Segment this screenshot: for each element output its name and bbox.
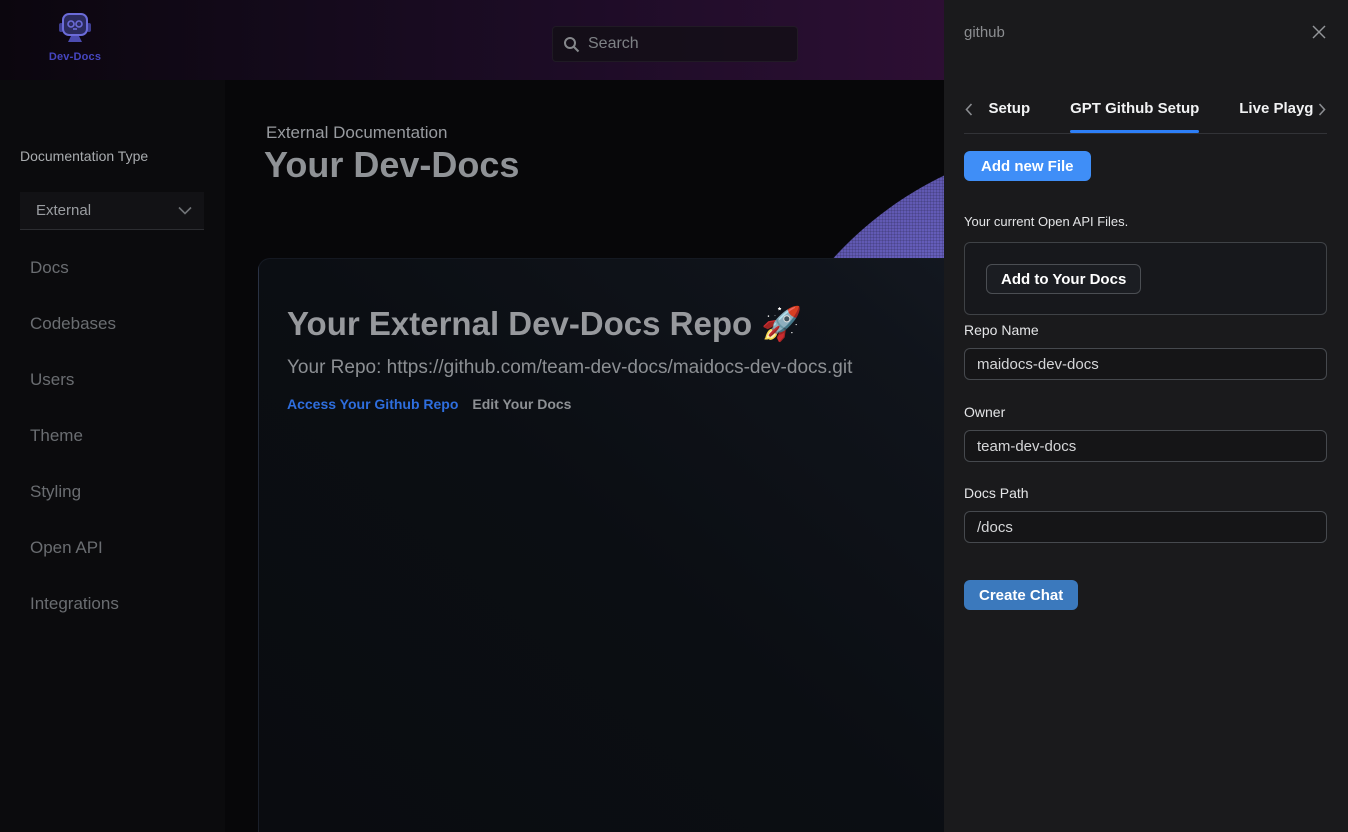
global-search[interactable] [552,26,798,62]
doc-type-section-label: Documentation Type [20,148,148,164]
active-tab-indicator [1070,130,1199,133]
breadcrumb: External Documentation [266,123,447,143]
chevron-right-icon[interactable] [1317,100,1327,116]
drawer-title: github [964,24,1005,41]
search-input[interactable] [588,35,795,53]
open-api-files-note: Your current Open API Files. [964,214,1327,229]
sidebar-item-styling[interactable]: Styling [0,464,225,520]
tab-live-playground[interactable]: Live Playgrou [1239,100,1312,131]
close-icon[interactable] [1309,22,1329,42]
tab-gpt-github-setup[interactable]: GPT Github Setup [1070,100,1199,131]
github-drawer-panel: github Setup GPT Github Setup Live Playg… [944,0,1348,832]
docs-path-label: Docs Path [964,485,1327,501]
search-icon [563,36,580,53]
sidebar-item-codebases[interactable]: Codebases [0,296,225,352]
sidebar-item-theme[interactable]: Theme [0,408,225,464]
chevron-left-icon[interactable] [964,100,974,116]
robot-logo-icon [58,31,92,48]
owner-label: Owner [964,404,1327,420]
sidebar-item-integrations[interactable]: Integrations [0,576,225,632]
owner-input[interactable] [964,430,1327,462]
add-new-file-button[interactable]: Add new File [964,151,1091,181]
open-api-files-box: Add to Your Docs [964,242,1327,315]
edit-your-docs-link[interactable]: Edit Your Docs [472,396,571,412]
create-chat-button[interactable]: Create Chat [964,580,1078,610]
repo-name-input[interactable] [964,348,1327,380]
tab-gpt-github-setup-label: GPT Github Setup [1070,100,1199,117]
sidebar-item-docs[interactable]: Docs [0,240,225,296]
sidebar-nav: Docs Codebases Users Theme Styling Open … [0,240,225,632]
logo-wordmark: Dev-Docs [46,51,104,63]
sidebar-item-users[interactable]: Users [0,352,225,408]
doc-type-selected-value: External [36,202,178,219]
drawer-tabs: Setup GPT Github Setup Live Playgrou [964,100,1327,134]
doc-type-select[interactable]: External [20,192,204,230]
drawer-header: github [964,0,1327,40]
app-logo[interactable]: Dev-Docs [46,10,104,63]
sidebar: Documentation Type External Docs Codebas… [0,80,225,832]
docs-path-input[interactable] [964,511,1327,543]
access-github-repo-link[interactable]: Access Your Github Repo [287,396,458,412]
page-title: Your Dev-Docs [264,144,519,186]
add-to-your-docs-button[interactable]: Add to Your Docs [986,264,1141,294]
repo-name-label: Repo Name [964,322,1327,338]
tab-setup[interactable]: Setup [988,100,1030,131]
sidebar-item-open-api[interactable]: Open API [0,520,225,576]
chevron-down-icon [178,202,192,220]
